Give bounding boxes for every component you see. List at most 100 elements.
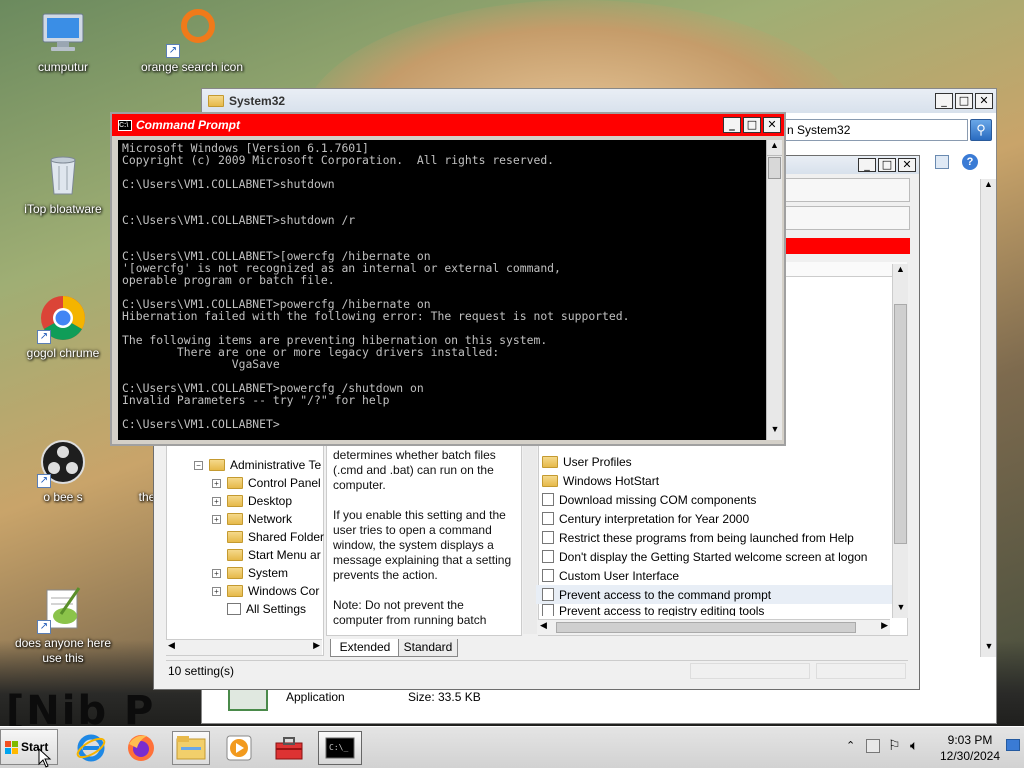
windows-logo-icon bbox=[5, 740, 18, 754]
tree-item[interactable]: + System bbox=[168, 564, 328, 582]
show-hidden-icons[interactable]: ⌃ bbox=[846, 739, 855, 752]
tree-item-label: Administrative Te bbox=[230, 458, 322, 472]
desktop-icon-label: orange search icon bbox=[140, 60, 244, 74]
action-center-flag-icon[interactable]: ⚐ bbox=[888, 737, 901, 754]
tree-item-label: Network bbox=[248, 512, 293, 526]
search-icon[interactable]: ⚲ bbox=[970, 119, 992, 141]
preview-pane-icon[interactable] bbox=[935, 155, 949, 169]
expand-icon[interactable]: + bbox=[212, 478, 221, 488]
taskbar-firefox[interactable] bbox=[122, 731, 160, 765]
folder-icon bbox=[227, 477, 243, 489]
settings-hscrollbar[interactable]: ◀ ▶ bbox=[538, 619, 890, 635]
collapse-icon[interactable]: − bbox=[194, 460, 203, 470]
tree-item[interactable]: Start Menu ar bbox=[168, 546, 328, 564]
tree-item[interactable]: Shared Folder bbox=[168, 528, 328, 546]
tab-extended[interactable]: Extended bbox=[330, 639, 400, 657]
scroll-thumb[interactable] bbox=[894, 304, 907, 544]
close-button[interactable]: ✕ bbox=[898, 158, 916, 172]
desktop-icon-recycle-bin[interactable]: iTop bloatware bbox=[8, 150, 118, 217]
settings-row[interactable]: User Profiles bbox=[536, 452, 904, 471]
cmd-titlebar[interactable]: C:\ Command Prompt _ □ ✕ bbox=[112, 114, 784, 136]
scroll-up-icon[interactable]: ▲ bbox=[893, 264, 908, 280]
settings-row-label: Windows HotStart bbox=[563, 473, 660, 488]
folder-icon bbox=[227, 549, 243, 561]
tree-item[interactable]: + Control Panel bbox=[168, 474, 328, 492]
scroll-right-icon[interactable]: ▶ bbox=[313, 640, 320, 651]
settings-row[interactable]: Century interpretation for Year 2000 bbox=[536, 509, 904, 528]
show-desktop-icon[interactable] bbox=[1006, 739, 1020, 751]
folder-icon bbox=[227, 495, 243, 507]
settings-vscrollbar[interactable]: ▲ ▼ bbox=[892, 264, 908, 618]
settings-row[interactable]: Restrict these programs from being launc… bbox=[536, 528, 904, 547]
desktop-icon-notepadpp[interactable]: ↗ does anyone here use this bbox=[8, 584, 118, 666]
expand-icon[interactable]: + bbox=[212, 586, 221, 596]
scroll-left-icon[interactable]: ◀ bbox=[168, 640, 175, 651]
status-panel bbox=[690, 663, 810, 679]
folder-icon bbox=[176, 736, 206, 760]
scroll-thumb[interactable] bbox=[768, 157, 781, 179]
cmd-scrollbar[interactable]: ▲ ▼ bbox=[766, 140, 782, 440]
scroll-left-icon[interactable]: ◀ bbox=[540, 620, 547, 631]
settings-row-label: Century interpretation for Year 2000 bbox=[559, 511, 750, 526]
volume-icon[interactable]: 🔈︎ bbox=[910, 737, 918, 754]
mouse-cursor-icon bbox=[38, 748, 52, 768]
toolbox-icon bbox=[275, 737, 303, 760]
tree-hscrollbar[interactable]: ◀ ▶ bbox=[166, 639, 322, 655]
settings-row[interactable]: Custom User Interface bbox=[536, 566, 904, 585]
svg-text:C:\_: C:\_ bbox=[329, 743, 348, 752]
taskbar-explorer[interactable] bbox=[172, 731, 210, 765]
desktop-icon-chrome[interactable]: ↗ gogol chrume bbox=[8, 294, 118, 361]
maximize-button[interactable]: □ bbox=[743, 117, 761, 133]
settings-row[interactable]: Don't display the Getting Started welcom… bbox=[536, 547, 904, 566]
scroll-thumb[interactable] bbox=[556, 622, 856, 633]
desktop-icon-orange-search[interactable]: ↗ orange search icon bbox=[137, 8, 247, 75]
explorer-scrollbar[interactable]: ▲ ▼ bbox=[980, 179, 996, 657]
network-icon[interactable] bbox=[866, 739, 880, 753]
tree-item[interactable]: + Windows Cor bbox=[168, 582, 328, 600]
maximize-button[interactable]: □ bbox=[878, 158, 896, 172]
desktop-icon-label: gogol chrume bbox=[26, 346, 100, 360]
taskbar-cmd[interactable]: C:\_ bbox=[318, 731, 362, 765]
tree-item[interactable]: + Desktop bbox=[168, 492, 328, 510]
tab-standard[interactable]: Standard bbox=[398, 639, 458, 657]
explorer-titlebar[interactable]: System32 _ □ ✕ bbox=[202, 89, 996, 113]
close-button[interactable]: ✕ bbox=[763, 117, 781, 133]
scroll-up-icon[interactable]: ▲ bbox=[981, 179, 996, 195]
status-panel bbox=[816, 663, 906, 679]
settings-row-label: Prevent access to registry editing tools bbox=[559, 604, 765, 616]
search-input[interactable]: n System32 bbox=[782, 119, 968, 141]
taskbar-toolbox[interactable] bbox=[270, 731, 308, 765]
command-prompt-window[interactable]: C:\ Command Prompt _ □ ✕ Microsoft Windo… bbox=[110, 112, 786, 446]
taskbar-media-player[interactable] bbox=[220, 731, 258, 765]
scroll-right-icon[interactable]: ▶ bbox=[881, 620, 888, 631]
settings-row[interactable]: Download missing COM components bbox=[536, 490, 904, 509]
minimize-button[interactable]: _ bbox=[723, 117, 741, 133]
tree-item[interactable]: − Administrative Te bbox=[168, 456, 328, 474]
scroll-down-icon[interactable]: ▼ bbox=[767, 424, 783, 440]
tree-item[interactable]: All Settings bbox=[168, 600, 328, 618]
tree-item[interactable]: + Network bbox=[168, 510, 328, 528]
scroll-down-icon[interactable]: ▼ bbox=[981, 641, 997, 657]
tree-item-label: All Settings bbox=[246, 602, 307, 616]
help-icon[interactable]: ? bbox=[962, 154, 978, 170]
scroll-down-icon[interactable]: ▼ bbox=[893, 602, 909, 618]
shortcut-arrow-icon: ↗ bbox=[166, 44, 180, 58]
expand-icon[interactable]: + bbox=[212, 496, 221, 506]
firefox-icon bbox=[128, 735, 154, 761]
settings-row-selected[interactable]: Prevent access to the command prompt bbox=[536, 585, 904, 604]
settings-row[interactable]: Windows HotStart bbox=[536, 471, 904, 490]
expand-icon[interactable]: + bbox=[212, 568, 221, 578]
minimize-button[interactable]: _ bbox=[858, 158, 876, 172]
scroll-up-icon[interactable]: ▲ bbox=[767, 140, 782, 156]
gpe-toolbar-area-2 bbox=[784, 206, 910, 230]
taskbar-ie[interactable] bbox=[72, 731, 110, 765]
computer-icon bbox=[39, 8, 87, 56]
settings-row[interactable]: Prevent access to registry editing tools bbox=[536, 604, 904, 616]
expand-icon[interactable]: + bbox=[212, 514, 221, 524]
maximize-button[interactable]: □ bbox=[955, 93, 973, 109]
minimize-button[interactable]: _ bbox=[935, 93, 953, 109]
desktop-icon-computer[interactable]: cumputur bbox=[8, 8, 118, 75]
close-button[interactable]: ✕ bbox=[975, 93, 993, 109]
console-output[interactable]: Microsoft Windows [Version 6.1.7601] Copy… bbox=[118, 140, 766, 440]
clock[interactable]: 9:03 PM 12/30/2024 bbox=[934, 732, 1006, 764]
